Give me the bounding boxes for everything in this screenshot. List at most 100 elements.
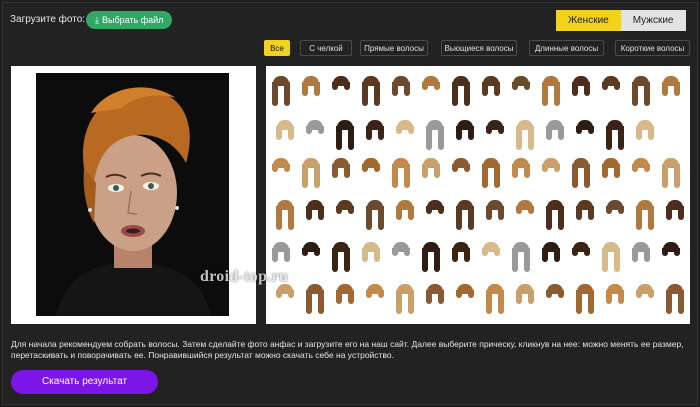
hairstyle-thumbnail[interactable] — [516, 200, 534, 218]
hairstyle-thumbnail[interactable] — [572, 242, 590, 260]
hairstyle-thumbnail[interactable] — [456, 284, 474, 302]
hairstyle-thumbnail[interactable] — [606, 120, 624, 154]
hairstyle-thumbnail[interactable] — [392, 76, 410, 100]
hairstyle-thumbnail[interactable] — [422, 158, 440, 182]
hairstyle-thumbnail[interactable] — [602, 242, 620, 276]
hairstyle-thumbnail[interactable] — [516, 120, 534, 154]
gender-female-tab[interactable]: Женские — [556, 10, 621, 31]
hairstyle-thumbnail[interactable] — [396, 200, 414, 224]
hairstyle-thumbnail[interactable] — [632, 242, 650, 266]
hairstyle-gallery[interactable] — [266, 66, 690, 324]
hairstyle-thumbnail[interactable] — [332, 158, 350, 182]
hairstyle-thumbnail[interactable] — [666, 284, 684, 318]
filter-short[interactable]: Короткие волосы — [615, 40, 690, 56]
hairstyle-thumbnail[interactable] — [276, 284, 294, 302]
hairstyle-thumbnail[interactable] — [662, 158, 680, 192]
hairstyle-thumbnail[interactable] — [302, 76, 320, 100]
hairstyle-thumbnail[interactable] — [576, 200, 594, 224]
gender-male-tab[interactable]: Мужские — [620, 10, 686, 31]
hairstyle-thumbnail[interactable] — [546, 200, 564, 234]
hairstyle-thumbnail[interactable] — [306, 284, 324, 318]
hairstyle-thumbnail[interactable] — [482, 242, 500, 260]
hairstyle-thumbnail[interactable] — [486, 284, 504, 318]
hairstyle-thumbnail[interactable] — [362, 242, 380, 266]
hairstyle-thumbnail[interactable] — [516, 284, 534, 308]
hairstyle-thumbnail[interactable] — [486, 120, 504, 138]
hairstyle-thumbnail[interactable] — [572, 158, 590, 192]
download-icon: ⤓ — [95, 15, 99, 25]
hairstyle-thumbnail[interactable] — [452, 76, 470, 110]
hairstyle-thumbnail[interactable] — [636, 120, 654, 144]
hairstyle-thumbnail[interactable] — [426, 120, 444, 154]
hairstyle-thumbnail[interactable] — [306, 200, 324, 224]
hairstyle-thumbnail[interactable] — [426, 284, 444, 308]
hairstyle-thumbnail[interactable] — [336, 200, 354, 218]
hairstyle-thumbnail[interactable] — [666, 200, 684, 224]
hairstyle-thumbnail[interactable] — [366, 120, 384, 144]
hairstyle-thumbnail[interactable] — [332, 76, 350, 94]
instructions-text: Для начала рекомендуем собрать волосы. З… — [11, 339, 684, 360]
hairstyle-thumbnail[interactable] — [512, 76, 530, 94]
hairstyle-thumbnail[interactable] — [396, 120, 414, 138]
hairstyle-thumbnail[interactable] — [452, 158, 470, 176]
upload-label: Загрузите фото: — [10, 14, 86, 25]
hairstyle-thumbnail[interactable] — [422, 76, 440, 94]
gender-toggle: Женские Мужские — [556, 10, 686, 31]
hairstyle-thumbnail[interactable] — [272, 76, 290, 110]
hairstyle-thumbnail[interactable] — [636, 284, 654, 302]
hairstyle-thumbnail[interactable] — [662, 242, 680, 260]
filter-all[interactable]: Все — [264, 40, 290, 56]
hairstyle-thumbnail[interactable] — [542, 242, 560, 266]
hairstyle-thumbnail[interactable] — [602, 158, 620, 182]
hairstyle-thumbnail[interactable] — [272, 158, 290, 176]
hairstyle-thumbnail[interactable] — [362, 76, 380, 110]
hairstyle-thumbnail[interactable] — [336, 120, 354, 154]
download-result-button[interactable]: Скачать результат — [11, 370, 158, 394]
hairstyle-thumbnail[interactable] — [576, 284, 594, 318]
hairstyle-thumbnail[interactable] — [606, 284, 624, 308]
hairstyle-thumbnail[interactable] — [306, 120, 324, 138]
hairstyle-thumbnail[interactable] — [632, 76, 650, 110]
hairstyle-thumbnail[interactable] — [512, 158, 530, 182]
hairstyle-thumbnail[interactable] — [456, 200, 474, 234]
hairstyle-thumbnail[interactable] — [302, 242, 320, 260]
hairstyle-thumbnail[interactable] — [576, 120, 594, 138]
hairstyle-thumbnail[interactable] — [632, 158, 650, 176]
hairstyle-thumbnail[interactable] — [452, 242, 470, 266]
hairstyle-thumbnail[interactable] — [572, 76, 590, 100]
hairstyle-thumbnail[interactable] — [396, 284, 414, 318]
hairstyle-thumbnail[interactable] — [456, 120, 474, 144]
hairstyle-thumbnail[interactable] — [276, 120, 294, 144]
hairstyle-thumbnail[interactable] — [362, 158, 380, 176]
filter-straight[interactable]: Прямые волосы — [360, 40, 428, 56]
watermark: droid-top.ru — [200, 268, 289, 285]
hairstyle-thumbnail[interactable] — [542, 76, 560, 110]
hairstyle-thumbnail[interactable] — [392, 158, 410, 192]
hairstyle-thumbnail[interactable] — [546, 284, 564, 302]
filter-curly[interactable]: Вьющиеся волосы — [441, 40, 517, 56]
hairstyle-thumbnail[interactable] — [482, 158, 500, 192]
hairstyle-thumbnail[interactable] — [366, 200, 384, 234]
filter-long[interactable]: Длинные волосы — [529, 40, 604, 56]
hairstyle-thumbnail[interactable] — [426, 200, 444, 218]
hairstyle-thumbnail[interactable] — [332, 242, 350, 276]
hairstyle-thumbnail[interactable] — [542, 158, 560, 176]
choose-file-button[interactable]: ⤓ Выбрать файл — [86, 11, 173, 29]
hairstyle-thumbnail[interactable] — [276, 200, 294, 234]
hairstyle-thumbnail[interactable] — [512, 242, 530, 276]
hairstyle-thumbnail[interactable] — [636, 200, 654, 234]
hairstyle-thumbnail[interactable] — [302, 158, 320, 192]
hairstyle-thumbnail[interactable] — [486, 200, 504, 224]
hairstyle-thumbnail[interactable] — [662, 76, 680, 100]
filter-bangs[interactable]: С челкой — [300, 40, 352, 56]
hairstyle-thumbnail[interactable] — [606, 200, 624, 218]
hairstyle-thumbnail[interactable] — [482, 76, 500, 100]
hairstyle-thumbnail[interactable] — [422, 242, 440, 276]
hairstyle-thumbnail[interactable] — [546, 120, 564, 144]
hairstyle-thumbnail[interactable] — [602, 76, 620, 94]
hairstyle-thumbnail[interactable] — [336, 284, 354, 308]
hairstyle-thumbnail[interactable] — [392, 242, 410, 260]
hairstyle-thumbnail[interactable] — [366, 284, 384, 302]
hairstyle-thumbnail[interactable] — [272, 242, 290, 266]
choose-file-label: Выбрать файл — [101, 15, 164, 25]
